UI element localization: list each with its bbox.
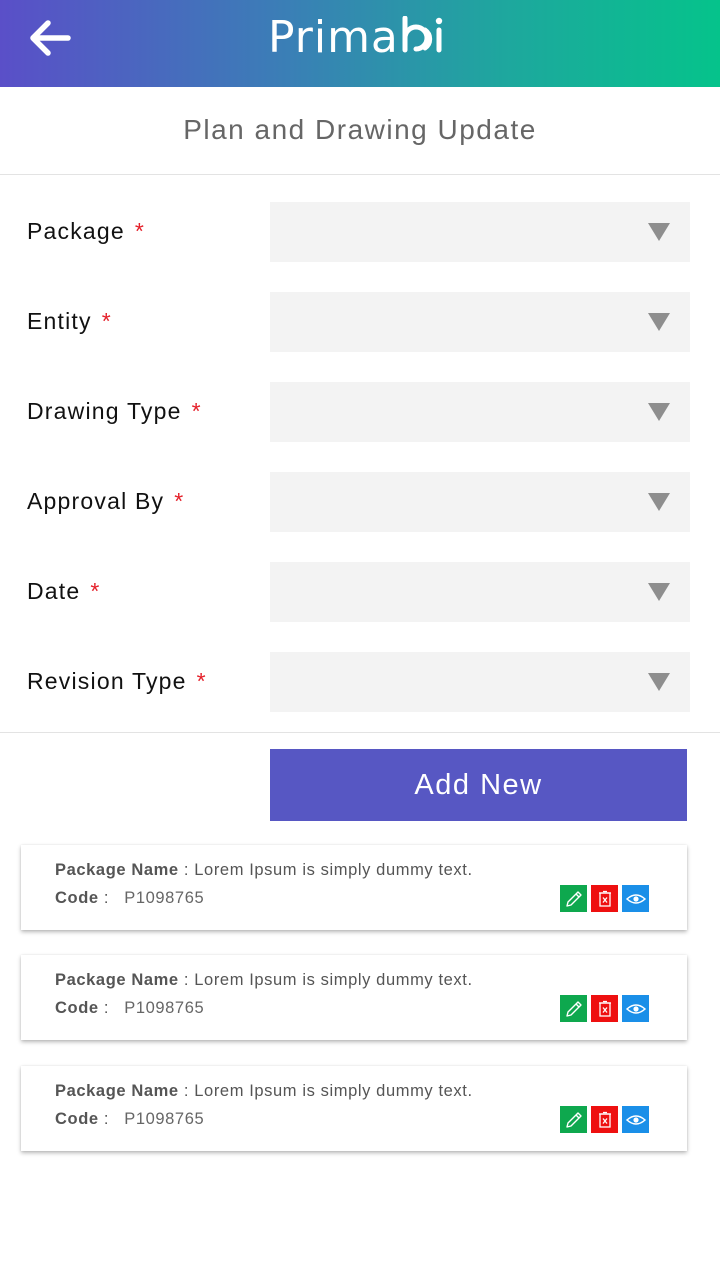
separator: : bbox=[183, 861, 190, 879]
edit-button[interactable] bbox=[560, 1106, 587, 1133]
pencil-icon bbox=[565, 1111, 582, 1128]
pencil-icon bbox=[565, 1000, 582, 1017]
package-name-value: Lorem Ipsum is simply dummy text. bbox=[194, 1082, 473, 1100]
entity-select[interactable] bbox=[270, 292, 690, 352]
logo-text: Prima bbox=[268, 12, 399, 63]
code-value: P1098765 bbox=[124, 889, 205, 907]
field-label-entity: Entity * bbox=[27, 306, 112, 336]
required-marker: * bbox=[101, 308, 112, 334]
separator: : bbox=[103, 999, 110, 1017]
required-marker: * bbox=[90, 578, 101, 604]
caret-down-icon bbox=[648, 223, 670, 241]
caret-down-icon bbox=[648, 313, 670, 331]
form-row-drawing-type: Drawing Type * bbox=[0, 382, 720, 442]
view-button[interactable] bbox=[622, 885, 649, 912]
section-divider bbox=[0, 732, 720, 733]
eye-icon bbox=[625, 1003, 646, 1014]
package-name-label: Package Name bbox=[55, 971, 179, 989]
delete-button[interactable] bbox=[591, 885, 618, 912]
app-logo: Prima bbox=[268, 12, 447, 64]
code-label: Code bbox=[55, 889, 99, 907]
separator: : bbox=[103, 1110, 110, 1128]
revision-type-select[interactable] bbox=[270, 652, 690, 712]
field-label-text: Approval By bbox=[27, 488, 165, 514]
code-line: Code : P1098765 bbox=[55, 999, 204, 1018]
code-line: Code : P1098765 bbox=[55, 889, 204, 908]
field-label-text: Package bbox=[27, 218, 125, 244]
view-button[interactable] bbox=[622, 995, 649, 1022]
item-actions bbox=[560, 1106, 649, 1133]
list-item: Package Name : Lorem Ipsum is simply dum… bbox=[21, 955, 687, 1040]
field-label-approval-by: Approval By * bbox=[27, 486, 184, 516]
form-row-package: Package * bbox=[0, 202, 720, 262]
item-actions bbox=[560, 885, 649, 912]
code-label: Code bbox=[55, 1110, 99, 1128]
caret-down-icon bbox=[648, 673, 670, 691]
edit-button[interactable] bbox=[560, 885, 587, 912]
approval-by-select[interactable] bbox=[270, 472, 690, 532]
package-name-line: Package Name : Lorem Ipsum is simply dum… bbox=[55, 1082, 473, 1101]
caret-down-icon bbox=[648, 403, 670, 421]
logo-bi-mark bbox=[402, 16, 443, 53]
required-marker: * bbox=[196, 668, 207, 694]
package-name-value: Lorem Ipsum is simply dummy text. bbox=[194, 861, 473, 879]
required-marker: * bbox=[174, 488, 185, 514]
required-marker: * bbox=[134, 218, 146, 244]
form-row-entity: Entity * bbox=[0, 292, 720, 352]
item-actions bbox=[560, 995, 649, 1022]
field-label-package: Package * bbox=[27, 216, 145, 246]
trash-icon bbox=[598, 1111, 611, 1128]
edit-button[interactable] bbox=[560, 995, 587, 1022]
separator: : bbox=[183, 971, 190, 989]
delete-button[interactable] bbox=[591, 1106, 618, 1133]
list-item: Package Name : Lorem Ipsum is simply dum… bbox=[21, 845, 687, 930]
back-button[interactable] bbox=[24, 14, 78, 62]
field-label-text: Revision Type bbox=[27, 668, 187, 694]
package-select[interactable] bbox=[270, 202, 690, 262]
field-label-revision-type: Revision Type * bbox=[27, 666, 207, 696]
list-item: Package Name : Lorem Ipsum is simply dum… bbox=[21, 1066, 687, 1151]
caret-down-icon bbox=[648, 493, 670, 511]
eye-icon bbox=[625, 1114, 646, 1125]
eye-icon bbox=[625, 893, 646, 904]
form-row-approval-by: Approval By * bbox=[0, 472, 720, 532]
pencil-icon bbox=[565, 890, 582, 907]
package-name-label: Package Name bbox=[55, 1082, 179, 1100]
arrow-left-icon bbox=[30, 20, 71, 56]
page-title: Plan and Drawing Update bbox=[183, 114, 537, 145]
field-label-text: Date bbox=[27, 578, 81, 604]
title-bar: Plan and Drawing Update bbox=[0, 87, 720, 175]
trash-icon bbox=[598, 890, 611, 907]
view-button[interactable] bbox=[622, 1106, 649, 1133]
code-value: P1098765 bbox=[124, 1110, 205, 1128]
package-name-value: Lorem Ipsum is simply dummy text. bbox=[194, 971, 473, 989]
form-row-revision-type: Revision Type * bbox=[0, 652, 720, 712]
field-label-drawing-type: Drawing Type * bbox=[27, 396, 202, 426]
code-label: Code bbox=[55, 999, 99, 1017]
field-label-text: Drawing Type bbox=[27, 398, 182, 424]
required-marker: * bbox=[191, 398, 202, 424]
code-value: P1098765 bbox=[124, 999, 205, 1017]
field-label-date: Date * bbox=[27, 576, 101, 606]
date-select[interactable] bbox=[270, 562, 690, 622]
add-new-button[interactable]: Add New bbox=[270, 749, 687, 821]
code-line: Code : P1098765 bbox=[55, 1110, 204, 1129]
delete-button[interactable] bbox=[591, 995, 618, 1022]
field-label-text: Entity bbox=[27, 308, 92, 334]
app-header: Prima bbox=[0, 0, 720, 87]
package-name-line: Package Name : Lorem Ipsum is simply dum… bbox=[55, 971, 473, 990]
trash-icon bbox=[598, 1000, 611, 1017]
package-name-line: Package Name : Lorem Ipsum is simply dum… bbox=[55, 861, 473, 880]
separator: : bbox=[183, 1082, 190, 1100]
package-name-label: Package Name bbox=[55, 861, 179, 879]
drawing-type-select[interactable] bbox=[270, 382, 690, 442]
separator: : bbox=[103, 889, 110, 907]
caret-down-icon bbox=[648, 583, 670, 601]
form-row-date: Date * bbox=[0, 562, 720, 622]
